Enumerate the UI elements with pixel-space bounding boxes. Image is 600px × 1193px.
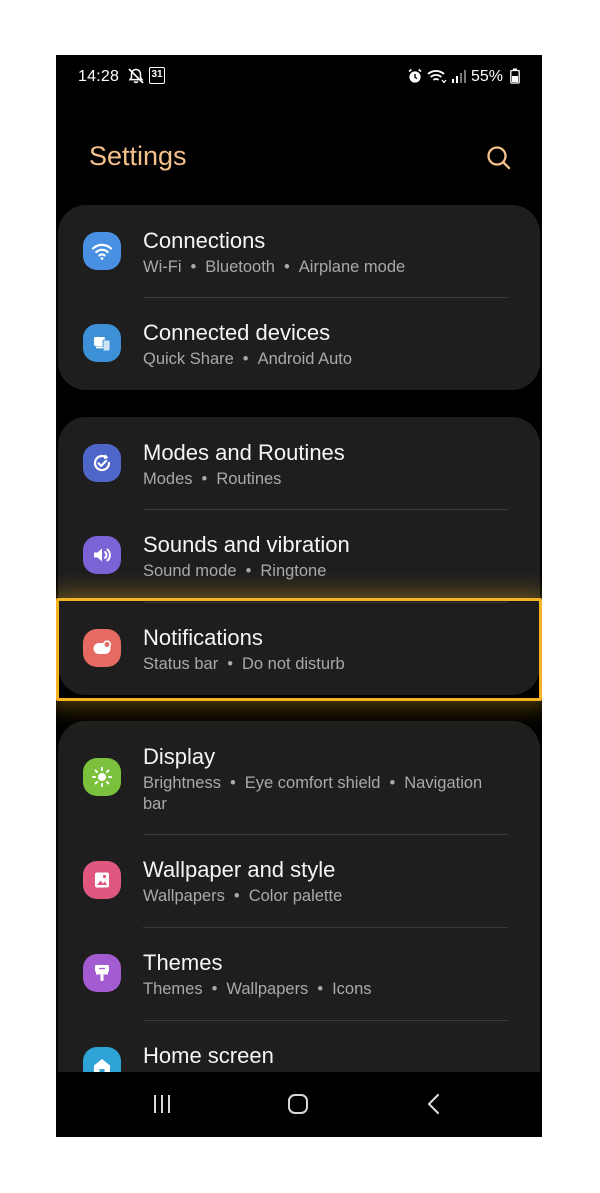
settings-item-subtitle: Sound mode • Ringtone xyxy=(143,562,327,580)
highlight-frame xyxy=(56,598,542,701)
battery-icon xyxy=(510,68,520,84)
brightness-icon xyxy=(83,758,121,796)
settings-item-label: Connections xyxy=(143,228,266,253)
settings-group-connectivity: Connections Wi-Fi • Bluetooth • Airplane mod… xyxy=(58,205,540,390)
calendar-icon: 31 xyxy=(149,67,165,84)
wifi-status-icon xyxy=(427,70,447,84)
themes-icon xyxy=(83,954,121,992)
settings-item-subtitle: Themes • Wallpapers • Icons xyxy=(143,980,372,998)
recents-icon[interactable] xyxy=(142,1089,182,1119)
settings-item-modes-routines[interactable]: Modes and Routines Modes • Routines xyxy=(58,417,540,509)
settings-item-label: Connected devices xyxy=(143,320,331,345)
settings-item-sounds-vibration[interactable]: Sounds and vibration Sound mode • Ringtone xyxy=(58,510,540,602)
settings-item-label: Home screen xyxy=(143,1043,274,1068)
settings-item-subtitle: Brightness • Eye comfort shield • Navigation… xyxy=(143,774,483,813)
notifications-off-icon xyxy=(128,68,144,84)
settings-item-subtitle: Modes • Routines xyxy=(143,470,282,488)
phone-screen: 14:28 31 55% Settings Connections Wi-Fi … xyxy=(56,55,542,1137)
home-button-icon[interactable] xyxy=(278,1089,318,1119)
settings-item-label: Display xyxy=(143,744,216,769)
settings-item-label: Modes and Routines xyxy=(143,440,345,465)
signal-icon xyxy=(452,70,466,83)
wifi-icon xyxy=(83,232,121,270)
navigation-bar xyxy=(56,1072,542,1137)
settings-item-label: Sounds and vibration xyxy=(143,532,350,557)
settings-item-label: Themes xyxy=(143,950,223,975)
settings-item-subtitle: Wallpapers • Color palette xyxy=(143,887,343,905)
status-bar: 14:28 31 55% xyxy=(56,55,542,101)
settings-item-wallpaper-style[interactable]: Wallpaper and style Wallpapers • Color pal… xyxy=(58,835,540,927)
settings-item-connected-devices[interactable]: Connected devices Quick Share • Android Au… xyxy=(58,298,540,390)
settings-item-subtitle: Wi-Fi • Bluetooth • Airplane mode xyxy=(143,258,406,276)
settings-item-themes[interactable]: Themes Themes • Wallpapers • Icons xyxy=(58,928,540,1020)
settings-item-display[interactable]: Display Brightness • Eye comfort shield • Na… xyxy=(58,721,540,834)
devices-icon xyxy=(83,324,121,362)
routines-icon xyxy=(83,444,121,482)
wallpaper-icon xyxy=(83,861,121,899)
settings-item-label: Wallpaper and style xyxy=(143,857,336,882)
back-icon[interactable] xyxy=(414,1089,454,1119)
settings-item-connections[interactable]: Connections Wi-Fi • Bluetooth • Airplane mod… xyxy=(58,205,540,297)
settings-item-subtitle: Quick Share • Android Auto xyxy=(143,350,353,368)
search-icon[interactable] xyxy=(483,142,515,174)
page-title: Settings xyxy=(89,141,187,171)
volume-icon xyxy=(83,536,121,574)
battery-percent: 55% xyxy=(471,68,504,85)
status-time: 14:28 xyxy=(78,68,120,85)
alarm-icon xyxy=(408,68,422,83)
